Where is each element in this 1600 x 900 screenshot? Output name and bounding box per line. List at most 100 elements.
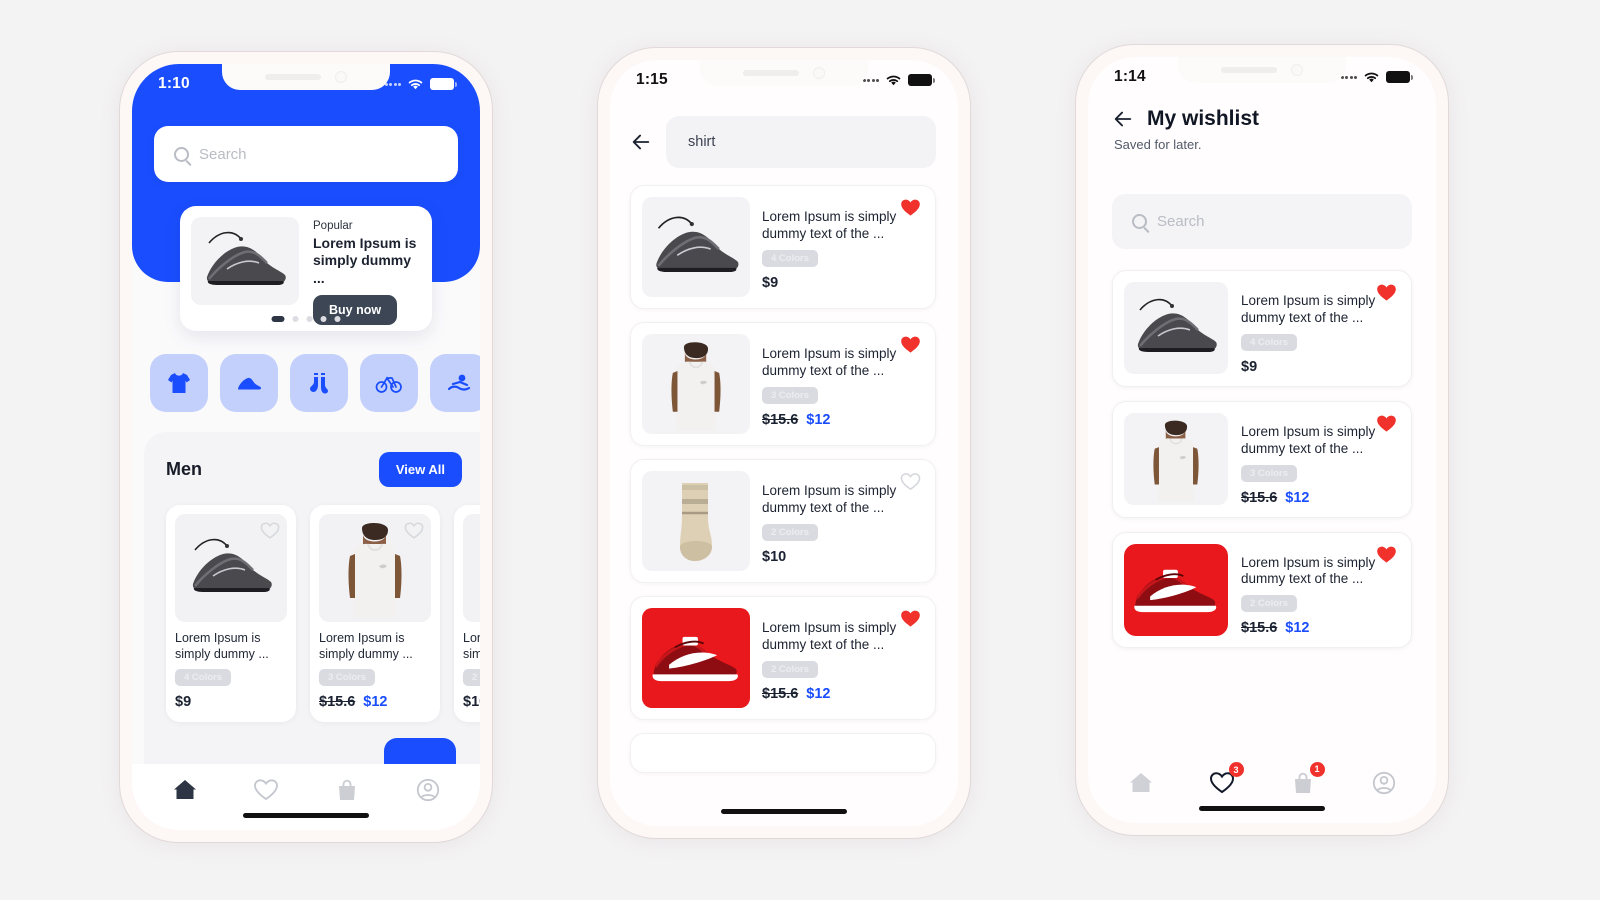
promo-product-image bbox=[191, 217, 299, 305]
home-search-bar[interactable]: Search bbox=[154, 126, 458, 182]
heart-filled-icon bbox=[1377, 546, 1396, 563]
price-row: $15.6 $12 bbox=[1241, 620, 1400, 636]
search-results-list: Lorem Ipsum is simply dummy text of the … bbox=[630, 185, 936, 816]
tab-wishlist[interactable] bbox=[225, 778, 306, 802]
phone-mockup-home: 1:10 Search Popular Lorem Ipsum is simpl… bbox=[120, 52, 492, 842]
wishlist-search-bar[interactable]: Search bbox=[1112, 194, 1412, 249]
carousel-dot-2[interactable] bbox=[292, 316, 299, 322]
favorite-toggle[interactable] bbox=[900, 335, 921, 354]
product-image bbox=[642, 608, 750, 708]
favorite-toggle[interactable] bbox=[1376, 414, 1397, 433]
home-icon bbox=[173, 780, 196, 799]
wishlist-header: My wishlist Saved for later. bbox=[1112, 107, 1412, 152]
swimmer-icon bbox=[447, 374, 471, 391]
phone-notch bbox=[222, 64, 390, 90]
profile-icon bbox=[1372, 771, 1395, 795]
wishlist-search-placeholder: Search bbox=[1157, 213, 1205, 230]
result-row[interactable]: Lorem Ipsum is simply dummy text of the … bbox=[630, 185, 936, 309]
bottom-tab-bar bbox=[132, 764, 480, 830]
floating-action-button[interactable] bbox=[384, 738, 456, 764]
page-subtitle: Saved for later. bbox=[1114, 137, 1202, 152]
product-title: Lorem Ipsum is simply dummy ... bbox=[175, 631, 269, 661]
price-row: $10 bbox=[762, 549, 924, 565]
product-card[interactable]: Lorem Ipsum is simply dummy ... 2 Colors… bbox=[454, 505, 480, 723]
wishlist-item[interactable]: Lorem Ipsum is simply dummy text of the … bbox=[1112, 531, 1412, 649]
tab-bag[interactable] bbox=[306, 778, 387, 803]
tab-bag[interactable]: 1 bbox=[1262, 761, 1343, 796]
tab-wishlist[interactable]: 3 bbox=[1181, 762, 1262, 795]
product-new-price: $12 bbox=[1285, 620, 1310, 637]
carousel-dots[interactable] bbox=[271, 316, 341, 322]
phone-notch bbox=[700, 60, 868, 86]
favorite-toggle[interactable] bbox=[404, 521, 424, 540]
tab-profile[interactable] bbox=[1343, 770, 1424, 796]
product-image bbox=[463, 514, 480, 622]
wishlist-screen: 1:14 My wishlist Saved for later. Search… bbox=[1088, 57, 1436, 823]
promo-title: Lorem Ipsum is simply dummy ... bbox=[313, 235, 417, 286]
status-time: 1:14 bbox=[1114, 68, 1146, 85]
color-count-badge: 4 Colors bbox=[1241, 333, 1298, 351]
category-shoe[interactable] bbox=[220, 354, 278, 412]
search-header: shirt bbox=[630, 116, 936, 168]
speaker-grille bbox=[1221, 67, 1277, 73]
battery-icon bbox=[430, 78, 457, 90]
product-image bbox=[1124, 282, 1228, 374]
search-results-screen: 1:15 shirt Lorem Ipsum is simply dummy t… bbox=[610, 60, 958, 826]
bag-icon bbox=[338, 779, 355, 800]
profile-icon bbox=[416, 778, 439, 802]
screenshot-canvas: 1:10 Search Popular Lorem Ipsum is simpl… bbox=[0, 0, 1600, 900]
back-arrow-icon[interactable] bbox=[630, 131, 652, 153]
men-section: Men View All Lorem Ipsum is simply dummy… bbox=[144, 432, 480, 764]
carousel-dot-1[interactable] bbox=[271, 316, 285, 322]
price-row: $15.6 $12 bbox=[319, 694, 431, 710]
status-time: 1:10 bbox=[158, 75, 190, 92]
view-all-button[interactable]: View All bbox=[378, 452, 462, 487]
product-card[interactable]: Lorem Ipsum is simply dummy ... 4 Colors… bbox=[166, 505, 296, 723]
product-card[interactable]: Lorem Ipsum is simply dummy ... 3 Colors… bbox=[310, 505, 440, 723]
product-price: $9 bbox=[1241, 358, 1258, 375]
promo-banner-card[interactable]: Popular Lorem Ipsum is simply dummy ... … bbox=[180, 206, 432, 331]
result-row-partial[interactable] bbox=[630, 733, 936, 773]
tab-home[interactable] bbox=[144, 777, 225, 803]
battery-icon bbox=[908, 74, 935, 86]
heart-outline-icon bbox=[900, 473, 921, 491]
carousel-dot-5[interactable] bbox=[334, 316, 341, 322]
wishlist-item[interactable]: Lorem Ipsum is simply dummy text of the … bbox=[1112, 400, 1412, 518]
section-title: Men bbox=[166, 459, 202, 479]
category-bicycle[interactable] bbox=[360, 354, 418, 412]
color-count-badge: 4 Colors bbox=[175, 669, 232, 687]
tab-home[interactable] bbox=[1100, 770, 1181, 796]
wishlist-title-row: My wishlist bbox=[1112, 107, 1412, 131]
favorite-toggle[interactable] bbox=[900, 472, 921, 491]
back-arrow-icon[interactable] bbox=[1112, 108, 1134, 130]
favorite-toggle[interactable] bbox=[1376, 545, 1397, 564]
result-row[interactable]: Lorem Ipsum is simply dummy text of the … bbox=[630, 459, 936, 583]
front-camera bbox=[335, 71, 347, 83]
carousel-dot-3[interactable] bbox=[306, 316, 313, 322]
tab-profile[interactable] bbox=[387, 777, 468, 803]
category-tshirt[interactable] bbox=[150, 354, 208, 412]
color-count-badge: 3 Colors bbox=[1241, 464, 1298, 482]
category-swimmer[interactable] bbox=[430, 354, 480, 412]
price-row: $15.6 $12 bbox=[1241, 490, 1400, 506]
product-new-price: $12 bbox=[1285, 489, 1310, 506]
result-row[interactable]: Lorem Ipsum is simply dummy text of the … bbox=[630, 322, 936, 446]
favorite-toggle[interactable] bbox=[900, 609, 921, 628]
search-input[interactable]: shirt bbox=[666, 116, 936, 168]
wishlist-item[interactable]: Lorem Ipsum is simply dummy text of the … bbox=[1112, 270, 1412, 387]
signal-icon bbox=[862, 78, 879, 82]
phone-notch bbox=[1178, 57, 1346, 83]
carousel-dot-4[interactable] bbox=[320, 316, 327, 322]
color-count-badge: 2 Colors bbox=[463, 669, 480, 687]
product-new-price: $12 bbox=[806, 411, 831, 428]
result-row[interactable]: Lorem Ipsum is simply dummy text of the … bbox=[630, 596, 936, 720]
product-image bbox=[1124, 543, 1228, 636]
wifi-icon bbox=[408, 79, 423, 89]
product-price: $9 bbox=[762, 274, 779, 291]
favorite-toggle[interactable] bbox=[900, 198, 921, 217]
heart-outline-icon bbox=[253, 779, 278, 801]
category-socks[interactable] bbox=[290, 354, 348, 412]
favorite-toggle[interactable] bbox=[260, 521, 280, 540]
home-icon bbox=[1129, 773, 1152, 792]
favorite-toggle[interactable] bbox=[1376, 283, 1397, 302]
